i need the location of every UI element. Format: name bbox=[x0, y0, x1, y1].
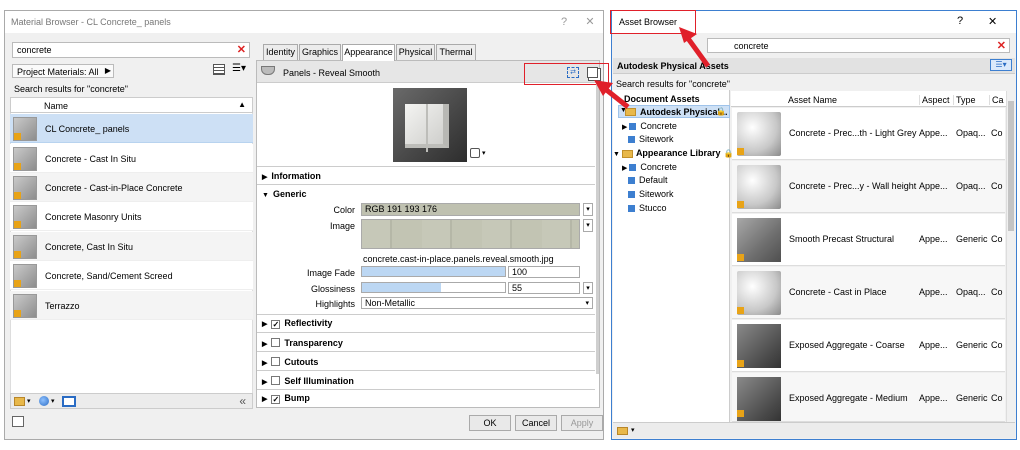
annotation-arrows bbox=[594, 27, 711, 109]
red-arrow-duplicate-asset bbox=[594, 80, 630, 109]
red-arrow-asset-browser bbox=[679, 27, 711, 68]
